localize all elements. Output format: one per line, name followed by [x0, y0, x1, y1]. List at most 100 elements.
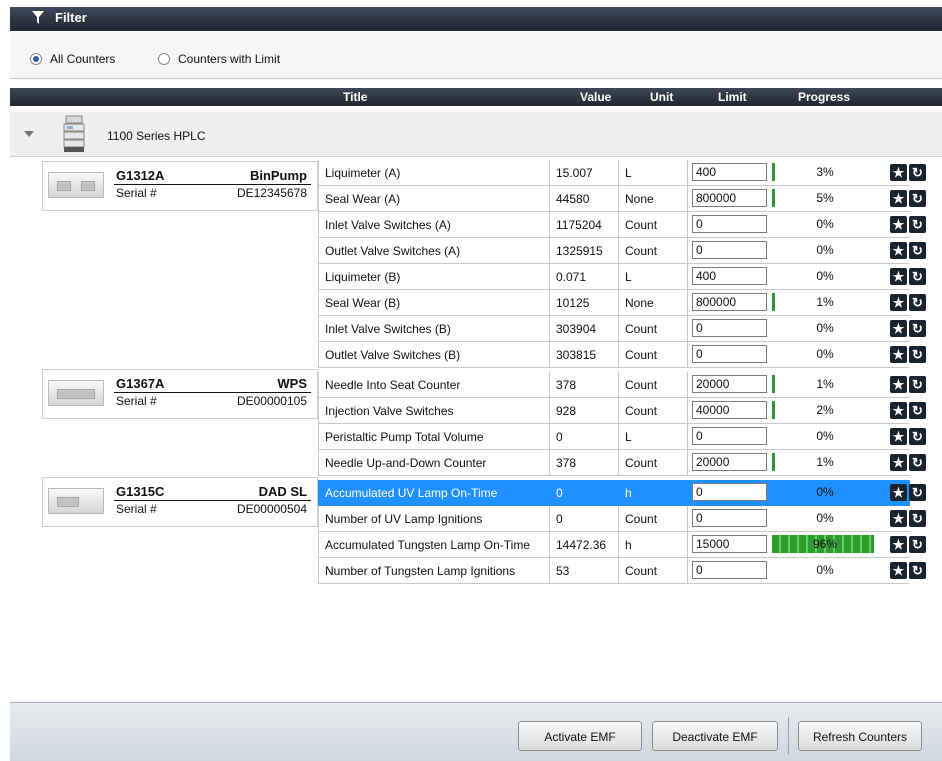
star-icon[interactable]: ★ [890, 536, 907, 553]
counter-row[interactable]: Peristaltic Pump Total Volume 0 L 0 0% ★ ↻ [318, 424, 942, 450]
reset-icon[interactable]: ↻ [909, 510, 926, 527]
progress-text: 1% [816, 377, 834, 391]
progress-text: 2% [816, 403, 834, 417]
star-icon[interactable]: ★ [890, 216, 907, 233]
counter-row[interactable]: Needle Up-and-Down Counter 378 Count 20000 1… [318, 450, 942, 476]
counter-title: Liquimeter (A) [318, 160, 550, 186]
radio-counters-with-limit[interactable]: Counters with Limit [158, 52, 280, 66]
limit-input[interactable]: 0 [692, 241, 767, 259]
star-icon[interactable]: ★ [890, 510, 907, 527]
star-icon[interactable]: ★ [890, 242, 907, 259]
limit-input[interactable]: 0 [692, 215, 767, 233]
star-icon[interactable]: ★ [890, 454, 907, 471]
counter-value: 10125 [550, 290, 619, 316]
star-icon[interactable]: ★ [890, 484, 907, 501]
reset-icon[interactable]: ↻ [909, 190, 926, 207]
progress-text: 0% [816, 243, 834, 257]
counter-row[interactable]: Accumulated Tungsten Lamp On-Time 14472.3… [318, 532, 942, 558]
column-header-limit[interactable]: Limit [718, 90, 747, 104]
star-icon[interactable]: ★ [890, 164, 907, 181]
serial-value: DE12345678 [236, 186, 307, 200]
module-card: G1315C DAD SL Serial # DE00000504 [42, 477, 318, 527]
limit-input[interactable]: 40000 [692, 401, 767, 419]
limit-cell: 0 0% [688, 238, 910, 264]
limit-input[interactable]: 20000 [692, 453, 767, 471]
counter-title: Seal Wear (B) [318, 290, 550, 316]
reset-icon[interactable]: ↻ [909, 242, 926, 259]
funnel-icon [32, 11, 44, 24]
star-icon[interactable]: ★ [890, 268, 907, 285]
star-icon[interactable]: ★ [890, 428, 907, 445]
instrument-group-row[interactable]: 1100 Series HPLC [10, 112, 942, 157]
star-icon[interactable]: ★ [890, 402, 907, 419]
counter-row[interactable]: Seal Wear (B) 10125 None 800000 1% ★ ↻ [318, 290, 942, 316]
reset-icon[interactable]: ↻ [909, 268, 926, 285]
reset-icon[interactable]: ↻ [909, 216, 926, 233]
star-icon[interactable]: ★ [890, 376, 907, 393]
limit-cell: 0 0% [688, 342, 910, 368]
reset-icon[interactable]: ↻ [909, 454, 926, 471]
reset-icon[interactable]: ↻ [909, 562, 926, 579]
column-header-unit[interactable]: Unit [650, 90, 673, 104]
deactivate-emf-button[interactable]: Deactivate EMF [652, 721, 778, 751]
reset-icon[interactable]: ↻ [909, 346, 926, 363]
progress-bar: 0% [772, 561, 878, 579]
counter-title: Inlet Valve Switches (A) [318, 212, 550, 238]
counter-row[interactable]: Liquimeter (B) 0.071 L 400 0% ★ ↻ [318, 264, 942, 290]
counter-row[interactable]: Accumulated UV Lamp On-Time 0 h 0 0% ★ ↻ [318, 480, 942, 506]
limit-input[interactable]: 0 [692, 561, 767, 579]
star-icon[interactable]: ★ [890, 190, 907, 207]
limit-input[interactable]: 400 [692, 163, 767, 181]
counter-row[interactable]: Seal Wear (A) 44580 None 800000 5% ★ ↻ [318, 186, 942, 212]
counter-row[interactable]: Number of Tungsten Lamp Ignitions 53 Count… [318, 558, 942, 584]
hplc-stack-icon [63, 115, 85, 152]
counter-row[interactable]: Inlet Valve Switches (B) 303904 Count 0 0% ★ ↻ [318, 316, 942, 342]
counter-row[interactable]: Liquimeter (A) 15.007 L 400 3% ★ ↻ [318, 160, 942, 186]
limit-input[interactable]: 0 [692, 345, 767, 363]
star-icon[interactable]: ★ [890, 562, 907, 579]
limit-cell: 0 0% [688, 316, 910, 342]
module-image [48, 380, 104, 406]
counter-row[interactable]: Inlet Valve Switches (A) 1175204 Count 0 0% ★… [318, 212, 942, 238]
counter-row[interactable]: Number of UV Lamp Ignitions 0 Count 0 0% ★ ↻ [318, 506, 942, 532]
counter-row[interactable]: Needle Into Seat Counter 378 Count 20000 1% ★… [318, 372, 942, 398]
limit-input[interactable]: 400 [692, 267, 767, 285]
reset-icon[interactable]: ↻ [909, 484, 926, 501]
star-icon[interactable]: ★ [890, 346, 907, 363]
collapse-triangle-icon[interactable] [24, 131, 34, 137]
progress-bar: 5% [772, 189, 878, 207]
reset-icon[interactable]: ↻ [909, 376, 926, 393]
counter-title: Accumulated Tungsten Lamp On-Time [318, 532, 550, 558]
counter-row[interactable]: Outlet Valve Switches (B) 303815 Count 0 0% ★… [318, 342, 942, 368]
reset-icon[interactable]: ↻ [909, 428, 926, 445]
limit-input[interactable]: 0 [692, 509, 767, 527]
limit-input[interactable]: 800000 [692, 293, 767, 311]
reset-icon[interactable]: ↻ [909, 164, 926, 181]
activate-emf-button[interactable]: Activate EMF [518, 721, 642, 751]
star-icon[interactable]: ★ [890, 294, 907, 311]
counter-row[interactable]: Injection Valve Switches 928 Count 40000 2% ★… [318, 398, 942, 424]
column-header-value[interactable]: Value [580, 90, 611, 104]
limit-input[interactable]: 800000 [692, 189, 767, 207]
column-header-title[interactable]: Title [343, 90, 367, 104]
limit-input[interactable]: 0 [692, 483, 767, 501]
module-part-number: G1315C [116, 484, 165, 499]
filter-options: All Counters Counters with Limit [10, 32, 942, 79]
limit-input[interactable]: 0 [692, 427, 767, 445]
counter-row[interactable]: Outlet Valve Switches (A) 1325915 Count 0 0%… [318, 238, 942, 264]
limit-input[interactable]: 15000 [692, 535, 767, 553]
column-header-progress[interactable]: Progress [798, 90, 850, 104]
module-name: BinPump [249, 168, 307, 183]
reset-icon[interactable]: ↻ [909, 536, 926, 553]
counter-unit: Count [619, 372, 688, 398]
reset-icon[interactable]: ↻ [909, 320, 926, 337]
limit-input[interactable]: 0 [692, 319, 767, 337]
counter-title: Number of UV Lamp Ignitions [318, 506, 550, 532]
limit-input[interactable]: 20000 [692, 375, 767, 393]
reset-icon[interactable]: ↻ [909, 294, 926, 311]
refresh-counters-button[interactable]: Refresh Counters [798, 721, 922, 751]
reset-icon[interactable]: ↻ [909, 402, 926, 419]
star-icon[interactable]: ★ [890, 320, 907, 337]
counter-unit: Count [619, 558, 688, 584]
radio-all-counters[interactable]: All Counters [30, 52, 115, 66]
